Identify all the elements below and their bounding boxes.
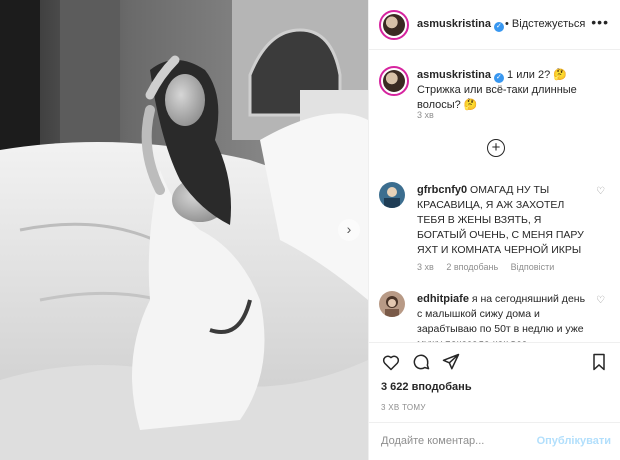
next-photo-button[interactable]: ›	[338, 219, 360, 241]
verified-icon: ✓	[493, 73, 504, 83]
comment-text: gfrbcnfy0 ОМАГАД НУ ТЫ КРАСАВИЦА, Я АЖ З…	[417, 183, 593, 258]
comment-timestamp[interactable]: 3 хв	[417, 262, 434, 272]
comment-item: edhitpiafe я на сегодняшний день с малыш…	[369, 291, 620, 342]
commenter-avatar[interactable]	[379, 291, 405, 317]
follow-status-button[interactable]: • Відстежується	[505, 18, 585, 30]
load-more-comments-button[interactable]: +	[487, 139, 505, 157]
publish-button[interactable]: Опублікувати	[537, 435, 611, 447]
likes-count[interactable]: 3 622 вподобань	[381, 381, 472, 393]
bookmark-icon[interactable]	[589, 352, 609, 372]
caption-text: asmuskristina ✓ 1 или 2? 🤔 Стрижка или вс…	[417, 68, 609, 113]
add-circle-icon: +	[491, 139, 501, 156]
comment-likes[interactable]: 2 вподобань	[446, 262, 498, 272]
heart-icon[interactable]	[381, 352, 401, 372]
photo-illustration	[0, 0, 368, 460]
comment-icon[interactable]	[411, 352, 431, 372]
comment-text: edhitpiafe я на сегодняшний день с малыш…	[417, 292, 593, 342]
caption-timestamp[interactable]: 3 хв	[417, 110, 434, 120]
actions-divider	[369, 342, 620, 343]
chevron-right-icon: ›	[346, 221, 352, 237]
author-avatar[interactable]	[379, 10, 409, 40]
commenter-username[interactable]: edhitpiafe	[417, 293, 469, 305]
add-comment-bar: Опублікувати	[369, 422, 620, 460]
heart-icon[interactable]: ♡	[596, 186, 605, 197]
post-photo[interactable]: ›	[0, 0, 368, 460]
share-icon[interactable]	[441, 352, 461, 372]
verified-icon: ✓	[493, 22, 504, 32]
commenter-username[interactable]: gfrbcnfy0	[417, 184, 467, 196]
caption-username[interactable]: asmuskristina ✓	[417, 69, 507, 83]
post-side-panel: asmuskristina ✓ • Відстежується ••• asmus…	[368, 0, 620, 460]
commenter-avatar[interactable]	[379, 182, 405, 208]
reply-button[interactable]: Відповісти	[511, 262, 555, 272]
author-username[interactable]: asmuskristina ✓	[417, 18, 504, 32]
more-icon[interactable]: •••	[591, 14, 609, 30]
heart-icon[interactable]: ♡	[596, 295, 605, 306]
post-timestamp[interactable]: 3 ХВ ТОМУ	[381, 403, 426, 412]
comment-input[interactable]	[381, 432, 531, 450]
comment-meta: 3 хв 2 вподобань Відповісти	[417, 262, 564, 272]
post-header: asmuskristina ✓ • Відстежується •••	[369, 0, 620, 50]
caption-avatar[interactable]	[379, 66, 409, 96]
